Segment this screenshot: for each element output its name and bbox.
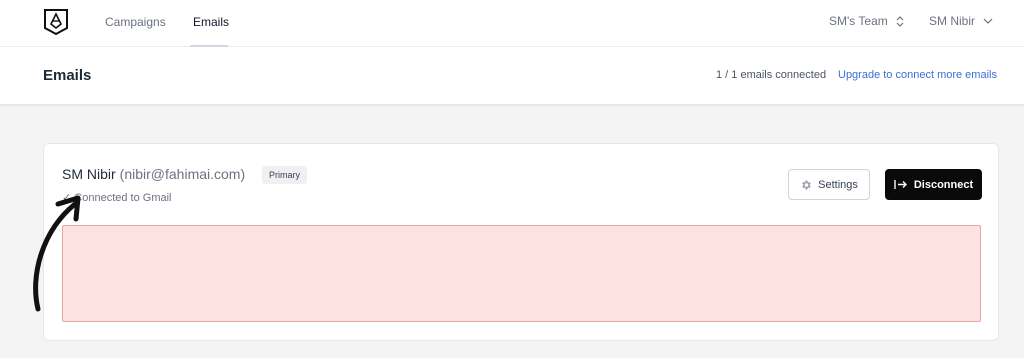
chevron-down-icon (983, 18, 993, 24)
disconnect-button[interactable]: Disconnect (885, 169, 982, 200)
primary-badge: Primary (262, 166, 307, 184)
disconnect-label: Disconnect (913, 178, 974, 191)
gear-icon (802, 180, 811, 189)
account-email: (nibir@fahimai.com) (119, 166, 246, 182)
redacted-area (62, 225, 981, 322)
user-menu[interactable]: SM Nibir (929, 14, 993, 28)
account-name: SM Nibir (62, 166, 116, 182)
team-label: SM's Team (829, 14, 888, 28)
connected-count: 1 / 1 emails connected (716, 69, 827, 81)
team-switcher[interactable]: SM's Team (829, 14, 904, 28)
upgrade-link[interactable]: Upgrade to connect more emails (838, 69, 997, 81)
settings-button[interactable]: Settings (788, 169, 870, 200)
tab-campaigns[interactable]: Campaigns (105, 15, 166, 29)
connection-status: ✓ Connected to Gmail (62, 192, 172, 204)
tab-emails[interactable]: Emails (193, 15, 229, 29)
logo-icon[interactable] (43, 8, 69, 36)
arrow-right-bar-icon (894, 180, 907, 189)
page-title: Emails (43, 67, 92, 84)
email-account-card: SM Nibir (nibir@fahimai.com) Primary ✓ C… (43, 143, 999, 341)
settings-label: Settings (818, 178, 858, 191)
account-title: SM Nibir (nibir@fahimai.com) (62, 166, 245, 182)
user-label: SM Nibir (929, 14, 976, 28)
chevron-updown-icon (896, 15, 904, 27)
page-header: Emails 1 / 1 emails connected Upgrade to… (0, 47, 1024, 105)
top-navigation: Campaigns Emails SM's Team SM Nibir (0, 0, 1024, 47)
